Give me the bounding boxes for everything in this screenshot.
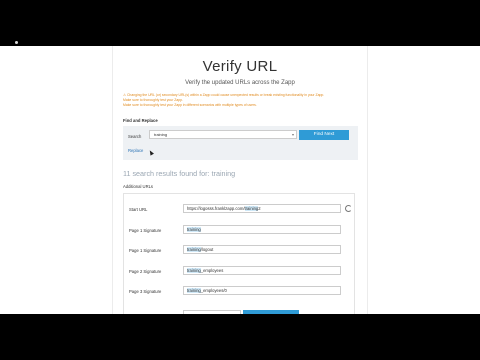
page-signature-field[interactable]: training/logout: [183, 245, 341, 254]
match-highlight: training: [187, 247, 201, 252]
results-summary: 11 search results found for: training: [123, 169, 235, 178]
field-text: 2: [258, 206, 261, 211]
main-panel: Verify URL Verify the updated URLs acros…: [112, 46, 368, 314]
url-row-page1: Page 1 Signature training: [124, 225, 354, 235]
row-label: Page 1 Signature: [129, 228, 162, 233]
chevron-down-icon[interactable]: ▾: [292, 131, 294, 138]
match-highlight: training: [187, 288, 201, 293]
search-value: training: [154, 132, 168, 137]
warning-notice: ⚠ Changing the URL (or) secondary URL(s)…: [123, 93, 358, 108]
mouse-pointer-icon: [148, 149, 154, 156]
field-text: /logout: [200, 247, 214, 252]
replace-link[interactable]: Replace: [128, 148, 143, 153]
url-row-page1b: Page 1 Signature training/logout: [124, 245, 354, 255]
cursor-dot: [15, 41, 18, 44]
additional-urls-label: Additional URLs: [123, 184, 154, 189]
warning-line: Make sure to thoroughly test your Zapp i…: [123, 103, 257, 107]
row-label: Start URL: [129, 207, 148, 212]
page-signature-field[interactable]: training: [183, 225, 341, 234]
row-label: Page 1 Signature: [129, 248, 162, 253]
match-highlight: training: [244, 206, 259, 211]
field-text: https://logosss.franklzapp.com/: [187, 206, 245, 211]
results-term: training: [211, 169, 236, 178]
url-list-card: Start URL https://logosss.franklzapp.com…: [123, 193, 355, 314]
page-signature-field[interactable]: training_employees: [183, 266, 341, 275]
search-input[interactable]: training ▾: [149, 130, 297, 139]
url-row-page3: Page 3 Signature training_employees/0: [124, 286, 354, 296]
video-bottom-letterbox: [0, 314, 480, 360]
match-highlight: training: [187, 227, 201, 232]
page-title: Verify URL: [202, 58, 278, 75]
row-label: Page 3 Signature: [129, 289, 162, 294]
row-label: Page 2 Signature: [129, 269, 162, 274]
find-replace-panel: Search training ▾ Find Next Replace: [123, 126, 358, 160]
page-subtitle: Verify the updated URLs across the Zapp: [185, 80, 295, 86]
results-summary-prefix: 11 search results found for:: [123, 169, 212, 178]
find-replace-heading: Find and Replace: [123, 118, 158, 123]
video-top-letterbox: [0, 0, 480, 46]
find-next-button[interactable]: Find Next: [299, 130, 349, 140]
search-label: Search: [128, 134, 142, 139]
url-row-page2: Page 2 Signature training_employees: [124, 266, 354, 276]
match-highlight: training: [187, 268, 201, 273]
refresh-icon[interactable]: [345, 205, 352, 212]
page-signature-field[interactable]: training_employees/0: [183, 286, 341, 295]
field-text: _employees: [200, 268, 224, 273]
start-url-field[interactable]: https://logosss.franklzapp.com/training2: [183, 204, 341, 213]
field-text: _employees/0: [200, 288, 227, 293]
url-row-start: Start URL https://logosss.franklzapp.com…: [124, 204, 354, 214]
app-page: Verify URL Verify the updated URLs acros…: [0, 46, 480, 314]
